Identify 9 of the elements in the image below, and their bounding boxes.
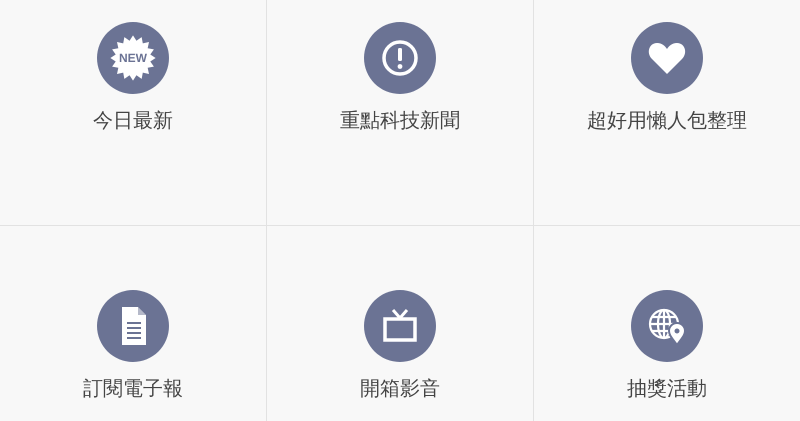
menu-item[interactable]: 訂閱電子報: [83, 375, 183, 402]
menu-item[interactable]: 開箱影音: [360, 375, 440, 402]
new-text: NEW: [119, 51, 147, 65]
menu-item[interactable]: 重點科技新聞: [340, 107, 460, 134]
starburst-icon: [110, 35, 156, 81]
menu-item[interactable]: 抽獎活動: [627, 375, 707, 402]
menu-item[interactable]: 今日最新: [93, 107, 173, 134]
new-badge[interactable]: NEW: [97, 22, 169, 94]
menu-item[interactable]: 超好用懶人包整理: [587, 107, 747, 134]
